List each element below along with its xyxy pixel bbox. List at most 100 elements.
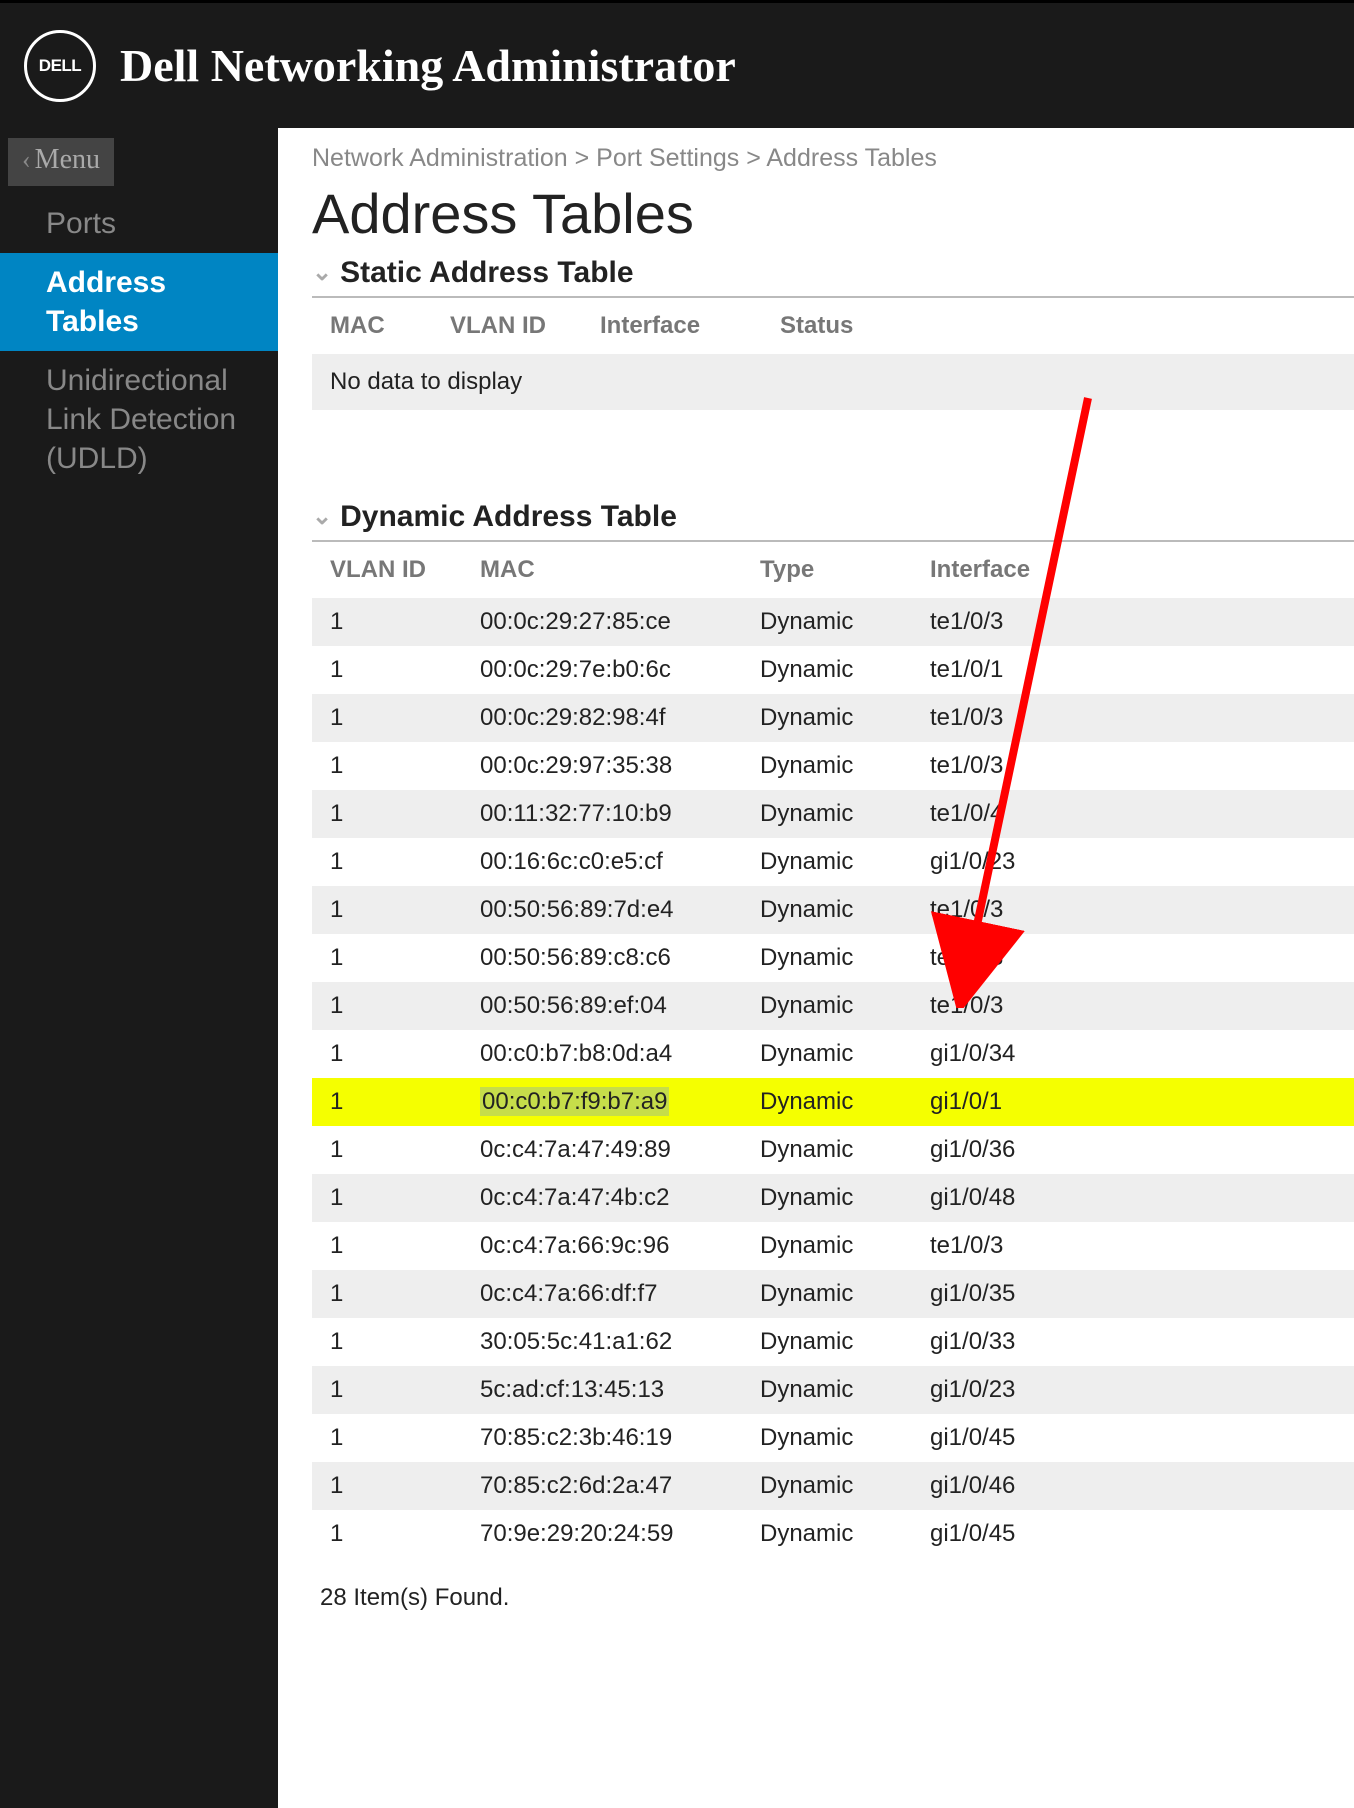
vlan-cell: 1 — [312, 1222, 462, 1270]
sidebar: ‹Menu Ports Address Tables Unidirectional … — [0, 128, 278, 1808]
table-row[interactable]: 100:50:56:89:ef:04Dynamicte1/0/3 — [312, 982, 1354, 1030]
interface-cell: te1/0/3 — [912, 694, 1354, 742]
column-header[interactable]: VLAN ID — [312, 542, 462, 598]
main-content: Network Administration > Port Settings >… — [278, 128, 1354, 1808]
table-row[interactable]: 10c:c4:7a:47:4b:c2Dynamicgi1/0/48 — [312, 1174, 1354, 1222]
type-cell: Dynamic — [742, 1270, 912, 1318]
column-header[interactable]: Type — [742, 542, 912, 598]
column-header[interactable]: VLAN ID — [432, 298, 582, 354]
table-row[interactable]: 100:50:56:89:7d:e4Dynamicte1/0/3 — [312, 886, 1354, 934]
sidebar-item-ports[interactable]: Ports — [0, 194, 278, 253]
table-row[interactable]: 100:16:6c:c0:e5:cfDynamicgi1/0/23 — [312, 838, 1354, 886]
vlan-cell: 1 — [312, 598, 462, 646]
table-row[interactable]: 100:c0:b7:f9:b7:a9Dynamicgi1/0/1 — [312, 1078, 1354, 1126]
mac-cell: 00:50:56:89:c8:c6 — [462, 934, 742, 982]
column-header[interactable]: MAC — [312, 298, 432, 354]
sidebar-item-label: Unidirectional Link Detection (UDLD) — [46, 364, 236, 475]
interface-cell: gi1/0/45 — [912, 1414, 1354, 1462]
dynamic-address-table: VLAN IDMACTypeInterface 100:0c:29:27:85:… — [312, 542, 1354, 1558]
mac-cell: 00:11:32:77:10:b9 — [462, 790, 742, 838]
table-row[interactable]: 170:85:c2:3b:46:19Dynamicgi1/0/45 — [312, 1414, 1354, 1462]
type-cell: Dynamic — [742, 1366, 912, 1414]
app-title: Dell Networking Administrator — [120, 39, 736, 92]
dynamic-section-title: Dynamic Address Table — [340, 500, 677, 534]
table-row[interactable]: 100:11:32:77:10:b9Dynamicte1/0/4 — [312, 790, 1354, 838]
interface-cell: gi1/0/23 — [912, 1366, 1354, 1414]
type-cell: Dynamic — [742, 742, 912, 790]
column-header[interactable]: Interface — [582, 298, 762, 354]
chevron-down-icon: ⌄ — [312, 502, 332, 531]
sidebar-item-unidirectional-link-detection-udld[interactable]: Unidirectional Link Detection (UDLD) — [0, 351, 278, 488]
interface-cell: te1/0/3 — [912, 982, 1354, 1030]
chevron-down-icon: ⌄ — [312, 258, 332, 287]
vlan-cell: 1 — [312, 646, 462, 694]
interface-cell: gi1/0/36 — [912, 1126, 1354, 1174]
column-header[interactable]: Interface — [912, 542, 1354, 598]
vlan-cell: 1 — [312, 1318, 462, 1366]
interface-cell: gi1/0/23 — [912, 838, 1354, 886]
type-cell: Dynamic — [742, 838, 912, 886]
interface-cell: te1/0/3 — [912, 1222, 1354, 1270]
vlan-cell: 1 — [312, 1078, 462, 1126]
mac-cell: 70:9e:29:20:24:59 — [462, 1510, 742, 1558]
type-cell: Dynamic — [742, 1126, 912, 1174]
vlan-cell: 1 — [312, 886, 462, 934]
type-cell: Dynamic — [742, 982, 912, 1030]
dynamic-section-toggle[interactable]: ⌄ Dynamic Address Table — [312, 500, 1354, 534]
mac-cell: 00:50:56:89:7d:e4 — [462, 886, 742, 934]
type-cell: Dynamic — [742, 694, 912, 742]
vlan-cell: 1 — [312, 694, 462, 742]
static-section-toggle[interactable]: ⌄ Static Address Table — [312, 256, 1354, 290]
dell-logo-icon: DELL — [24, 30, 96, 102]
chevron-left-icon: ‹ — [22, 145, 31, 174]
table-row[interactable]: 100:50:56:89:c8:c6Dynamicte1/0/3 — [312, 934, 1354, 982]
menu-back-button[interactable]: ‹Menu — [8, 138, 114, 186]
vlan-cell: 1 — [312, 1270, 462, 1318]
table-row[interactable]: 100:0c:29:27:85:ceDynamicte1/0/3 — [312, 598, 1354, 646]
column-header[interactable]: Status — [762, 298, 1354, 354]
table-row[interactable]: 10c:c4:7a:66:9c:96Dynamicte1/0/3 — [312, 1222, 1354, 1270]
mac-cell: 5c:ad:cf:13:45:13 — [462, 1366, 742, 1414]
vlan-cell: 1 — [312, 838, 462, 886]
mac-cell: 0c:c4:7a:47:4b:c2 — [462, 1174, 742, 1222]
interface-cell: gi1/0/35 — [912, 1270, 1354, 1318]
breadcrumb: Network Administration > Port Settings >… — [312, 144, 1354, 173]
mac-cell: 0c:c4:7a:66:df:f7 — [462, 1270, 742, 1318]
type-cell: Dynamic — [742, 886, 912, 934]
interface-cell: te1/0/3 — [912, 598, 1354, 646]
interface-cell: gi1/0/33 — [912, 1318, 1354, 1366]
no-data-message: No data to display — [312, 354, 1354, 410]
column-header[interactable]: MAC — [462, 542, 742, 598]
interface-cell: gi1/0/45 — [912, 1510, 1354, 1558]
interface-cell: te1/0/1 — [912, 646, 1354, 694]
static-section-title: Static Address Table — [340, 256, 633, 290]
table-row[interactable]: 170:85:c2:6d:2a:47Dynamicgi1/0/46 — [312, 1462, 1354, 1510]
mac-cell: 00:50:56:89:ef:04 — [462, 982, 742, 1030]
interface-cell: te1/0/4 — [912, 790, 1354, 838]
sidebar-item-address-tables[interactable]: Address Tables — [0, 253, 278, 351]
table-row[interactable]: 130:05:5c:41:a1:62Dynamicgi1/0/33 — [312, 1318, 1354, 1366]
table-row[interactable]: 100:0c:29:97:35:38Dynamicte1/0/3 — [312, 742, 1354, 790]
sidebar-item-label: Ports — [46, 207, 116, 240]
table-row[interactable]: 10c:c4:7a:66:df:f7Dynamicgi1/0/35 — [312, 1270, 1354, 1318]
vlan-cell: 1 — [312, 1414, 462, 1462]
mac-cell: 00:c0:b7:b8:0d:a4 — [462, 1030, 742, 1078]
interface-cell: gi1/0/34 — [912, 1030, 1354, 1078]
mac-cell: 00:16:6c:c0:e5:cf — [462, 838, 742, 886]
table-row[interactable]: 100:0c:29:82:98:4fDynamicte1/0/3 — [312, 694, 1354, 742]
static-address-table: MACVLAN IDInterfaceStatus No data to dis… — [312, 298, 1354, 410]
vlan-cell: 1 — [312, 934, 462, 982]
mac-cell: 00:0c:29:27:85:ce — [462, 598, 742, 646]
vlan-cell: 1 — [312, 1462, 462, 1510]
table-row[interactable]: 100:c0:b7:b8:0d:a4Dynamicgi1/0/34 — [312, 1030, 1354, 1078]
mac-cell: 0c:c4:7a:66:9c:96 — [462, 1222, 742, 1270]
table-row[interactable]: 100:0c:29:7e:b0:6cDynamicte1/0/1 — [312, 646, 1354, 694]
table-row[interactable]: 10c:c4:7a:47:49:89Dynamicgi1/0/36 — [312, 1126, 1354, 1174]
table-row[interactable]: 15c:ad:cf:13:45:13Dynamicgi1/0/23 — [312, 1366, 1354, 1414]
vlan-cell: 1 — [312, 982, 462, 1030]
interface-cell: gi1/0/46 — [912, 1462, 1354, 1510]
table-row[interactable]: 170:9e:29:20:24:59Dynamicgi1/0/45 — [312, 1510, 1354, 1558]
interface-cell: te1/0/3 — [912, 934, 1354, 982]
items-found-label: 28 Item(s) Found. — [312, 1584, 1354, 1612]
sidebar-item-label: Address Tables — [46, 266, 166, 338]
